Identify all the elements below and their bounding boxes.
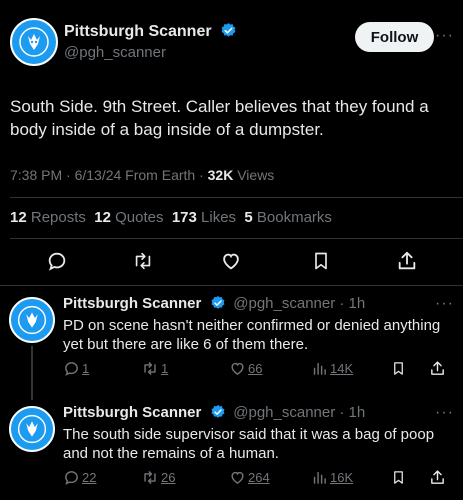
like-button[interactable]: 264 [229, 469, 270, 486]
share-icon[interactable] [429, 360, 446, 377]
verified-badge-icon [221, 23, 236, 37]
repost-icon[interactable] [128, 246, 158, 276]
reply-header: Pittsburgh Scanner @pgh_scanner · 1h [63, 404, 365, 422]
stats-row: 12 Reposts 12 Quotes 173 Likes 5 Bookmar… [10, 209, 332, 226]
bookmark-icon[interactable] [391, 469, 406, 486]
reply-icon[interactable] [42, 246, 72, 276]
reply-text: PD on scene hasn't neither confirmed or … [63, 317, 441, 353]
more-options-icon[interactable]: ··· [435, 27, 454, 45]
bookmarks-stat[interactable]: 5 Bookmarks [244, 209, 332, 226]
like-button[interactable]: 66 [229, 360, 262, 377]
divider [10, 238, 463, 239]
bookmarks-count: 5 [244, 209, 253, 226]
reply-button[interactable]: 22 [63, 469, 96, 486]
repost-button[interactable]: 26 [141, 469, 175, 486]
bookmark-icon[interactable] [391, 360, 406, 377]
likes-label: Likes [201, 209, 237, 226]
scanner-logo-icon [12, 300, 52, 340]
repost-button[interactable]: 1 [141, 360, 168, 377]
tweet-text: South Side. 9th Street. Caller believes … [10, 97, 429, 139]
follow-button[interactable]: Follow [355, 22, 434, 52]
repost-icon [144, 362, 156, 375]
reply-icon [65, 471, 78, 485]
views-icon [313, 471, 326, 484]
scanner-logo-icon [14, 22, 54, 62]
reply-author-name[interactable]: Pittsburgh Scanner [63, 404, 201, 421]
reply-icon [65, 362, 78, 376]
author-avatar[interactable] [10, 18, 58, 66]
quotes-count: 12 [94, 209, 111, 226]
thread-line [31, 346, 33, 400]
views-count: 32K [207, 167, 234, 183]
views-button[interactable]: 16K [311, 469, 353, 486]
reposts-label: Reposts [30, 209, 86, 226]
reply-more-icon[interactable]: ··· [435, 295, 454, 313]
like-count: 66 [248, 361, 263, 376]
views-icon [313, 362, 326, 375]
bookmarks-label: Bookmarks [256, 209, 332, 226]
author-handle[interactable]: @pgh_scanner [64, 44, 166, 61]
quotes-label: Quotes [115, 209, 164, 226]
likes-count: 173 [171, 209, 197, 226]
likes-stat[interactable]: 173 Likes [172, 209, 236, 226]
reposts-stat[interactable]: 12 Reposts [10, 209, 86, 226]
reply-avatar[interactable] [9, 406, 55, 452]
reposts-count: 12 [10, 209, 27, 226]
tweet-timestamp[interactable]: 7:38 PM · 6/13/24 From Earth · [10, 167, 208, 183]
repost-count: 26 [161, 470, 176, 485]
tweet-meta: 7:38 PM · 6/13/24 From Earth · 32K Views [10, 167, 274, 183]
like-icon [231, 471, 244, 484]
reply-button[interactable]: 1 [63, 360, 89, 377]
views-count: 14K [330, 361, 354, 376]
reply-action-bar: 22 26 264 16K [63, 469, 453, 489]
bookmark-icon[interactable] [306, 246, 336, 276]
like-icon[interactable] [216, 246, 246, 276]
quotes-stat[interactable]: 12 Quotes [94, 209, 163, 226]
reply-avatar[interactable] [9, 297, 55, 343]
repost-icon [144, 471, 156, 484]
divider [10, 197, 463, 198]
repost-count: 1 [161, 361, 169, 376]
verified-badge-icon [211, 405, 225, 418]
scanner-logo-icon [12, 409, 52, 449]
reply-count: 1 [82, 361, 90, 376]
reply-more-icon[interactable]: ··· [435, 404, 454, 422]
reply-text: The south side supervisor said that it w… [63, 426, 435, 462]
share-icon[interactable] [429, 469, 446, 486]
divider [0, 285, 463, 286]
verified-badge-icon [211, 296, 225, 309]
reply-action-bar: 1 1 66 14K [63, 360, 453, 380]
views-button[interactable]: 14K [311, 360, 353, 377]
reply-handle-time[interactable]: @pgh_scanner · 1h [233, 295, 365, 312]
like-count: 264 [248, 470, 270, 485]
views-count: 16K [330, 470, 354, 485]
like-icon [231, 362, 244, 375]
reply-header: Pittsburgh Scanner @pgh_scanner · 1h [63, 295, 365, 313]
reply-count: 22 [82, 470, 97, 485]
author-name-row: Pittsburgh Scanner [64, 22, 237, 41]
share-icon[interactable] [392, 246, 422, 276]
views-label: Views [233, 167, 275, 183]
reply-author-name[interactable]: Pittsburgh Scanner [63, 295, 201, 312]
author-name[interactable]: Pittsburgh Scanner [64, 23, 212, 40]
reply-handle-time[interactable]: @pgh_scanner · 1h [233, 404, 365, 421]
